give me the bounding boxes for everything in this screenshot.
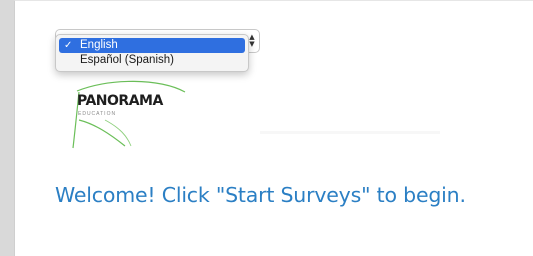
language-dropdown-menu: ✓ English Español (Spanish) <box>55 34 249 72</box>
survey-page: ▲ ▼ ✓ English Español (Spanish) PANORAMA … <box>14 0 533 256</box>
logo-wordmark: PANORAMA <box>77 93 163 109</box>
divider <box>260 131 440 134</box>
updown-arrows-icon: ▲ ▼ <box>249 33 255 48</box>
welcome-message: Welcome! Click "Start Surveys" to begin. <box>55 183 466 207</box>
check-icon: ✓ <box>64 40 73 51</box>
language-option-english[interactable]: ✓ English <box>59 38 245 53</box>
logo-tagline: EDUCATION <box>78 111 117 117</box>
language-option-spanish[interactable]: Español (Spanish) <box>59 53 245 68</box>
panorama-logo: PANORAMA EDUCATION <box>65 76 205 151</box>
language-option-label: English <box>80 39 118 51</box>
language-option-label: Español (Spanish) <box>80 54 174 66</box>
